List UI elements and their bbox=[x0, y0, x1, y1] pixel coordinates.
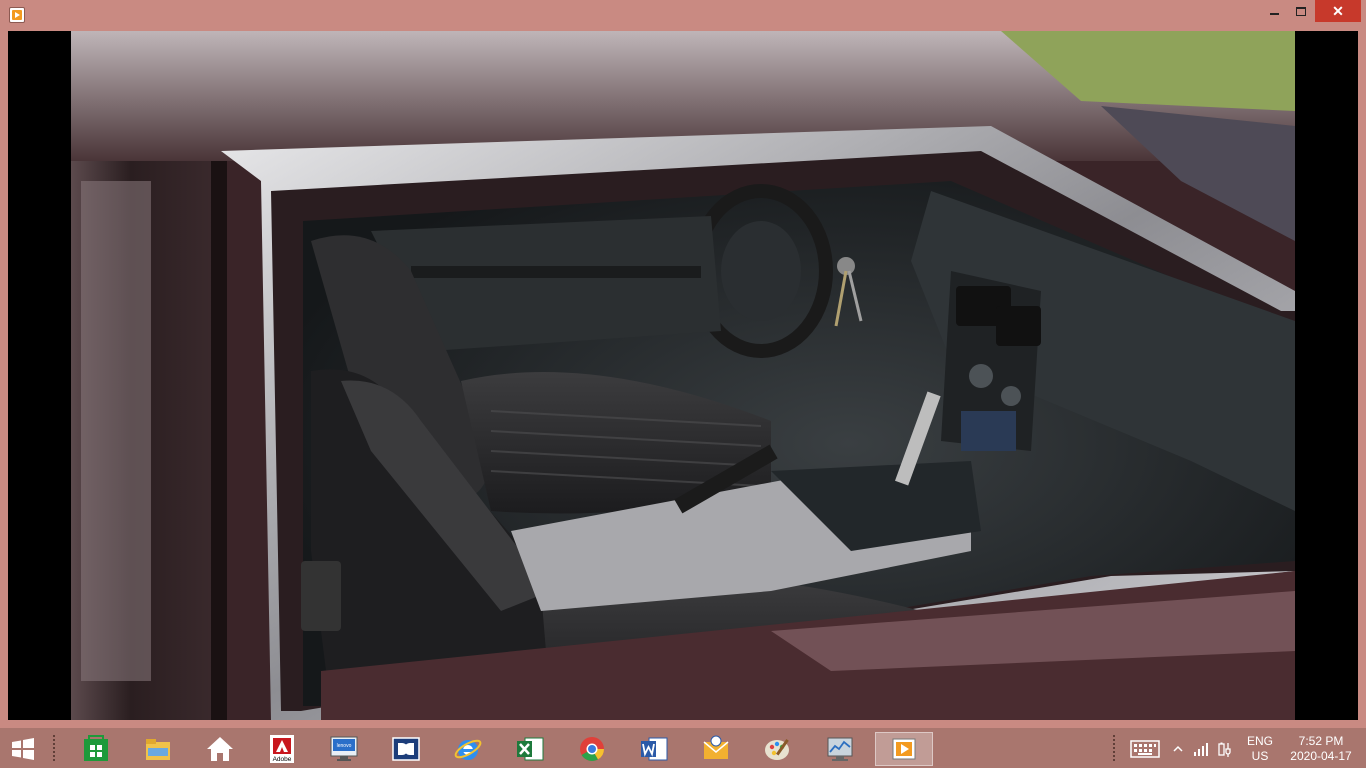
network-button[interactable] bbox=[1190, 732, 1212, 766]
dolby-icon bbox=[392, 737, 420, 761]
show-hidden-icons-button[interactable] bbox=[1169, 732, 1187, 766]
clock-date: 2020-04-17 bbox=[1290, 749, 1352, 763]
media-player-window: ✕ bbox=[0, 0, 1366, 728]
taskbar-item-adobe[interactable]: Adobe bbox=[259, 732, 305, 766]
start-button[interactable] bbox=[0, 732, 46, 766]
adobe-label: Adobe bbox=[273, 756, 292, 763]
input-language-button[interactable]: ENG US bbox=[1242, 734, 1278, 764]
power-button[interactable] bbox=[1214, 732, 1236, 766]
minimize-button[interactable] bbox=[1261, 0, 1287, 22]
touch-keyboard-button[interactable] bbox=[1125, 732, 1165, 766]
taskbar-item-file-explorer[interactable] bbox=[135, 732, 181, 766]
taskbar-item-media-player[interactable] bbox=[875, 732, 933, 766]
performance-monitor-icon bbox=[827, 737, 853, 761]
taskbar-item-dolby[interactable] bbox=[383, 732, 429, 766]
car-interior-photo[interactable] bbox=[71, 31, 1295, 720]
outlook-icon bbox=[703, 735, 729, 759]
taskbar-item-home[interactable] bbox=[197, 732, 243, 766]
keyboard-layout: US bbox=[1251, 749, 1269, 763]
store-icon bbox=[84, 735, 108, 761]
taskbar-item-lenovo[interactable]: lenovo bbox=[321, 732, 367, 766]
internet-explorer-icon bbox=[454, 739, 482, 760]
word-icon bbox=[641, 737, 668, 761]
chrome-icon bbox=[580, 737, 604, 762]
tray-grip[interactable] bbox=[1112, 734, 1116, 762]
file-explorer-icon bbox=[146, 739, 170, 760]
minimize-icon bbox=[1269, 13, 1279, 15]
title-bar[interactable]: ✕ bbox=[0, 0, 1366, 30]
close-button[interactable]: ✕ bbox=[1315, 0, 1361, 22]
taskbar-item-outlook[interactable] bbox=[693, 732, 739, 766]
paint-icon bbox=[765, 739, 789, 760]
close-icon: ✕ bbox=[1332, 2, 1344, 19]
maximize-icon bbox=[1296, 6, 1306, 16]
media-player-icon bbox=[892, 738, 916, 760]
media-player-icon[interactable] bbox=[9, 7, 25, 23]
windows-start-icon bbox=[12, 738, 34, 760]
home-icon bbox=[207, 737, 233, 761]
touch-keyboard-icon bbox=[1130, 740, 1160, 758]
language-code: ENG bbox=[1246, 734, 1273, 748]
clock-time: 7:52 PM bbox=[1298, 734, 1344, 748]
taskbar-item-internet-explorer[interactable] bbox=[445, 732, 491, 766]
taskbar-item-performance-monitor[interactable] bbox=[817, 732, 863, 766]
clock[interactable]: 7:52 PM 2020-04-17 bbox=[1282, 734, 1360, 764]
taskbar-item-chrome[interactable] bbox=[569, 732, 615, 766]
taskbar-item-excel[interactable] bbox=[507, 732, 553, 766]
maximize-button[interactable] bbox=[1288, 0, 1314, 22]
taskbar-item-store[interactable] bbox=[73, 732, 119, 766]
lenovo-label: lenovo bbox=[337, 743, 352, 749]
adobe-icon: Adobe bbox=[270, 735, 294, 763]
media-viewport[interactable] bbox=[8, 31, 1358, 720]
show-hidden-icons-icon bbox=[1173, 745, 1183, 752]
taskbar: Adobe lenovo ENG US 7:52 PM 2020-04-17 bbox=[0, 728, 1366, 768]
photo-drawing bbox=[71, 31, 1295, 720]
taskbar-item-paint[interactable] bbox=[755, 732, 801, 766]
lenovo-icon: lenovo bbox=[330, 736, 358, 761]
taskbar-grip[interactable] bbox=[52, 734, 56, 762]
excel-icon bbox=[517, 737, 544, 761]
taskbar-item-word[interactable] bbox=[631, 732, 677, 766]
network-signal-icon bbox=[1194, 743, 1208, 756]
power-icon bbox=[1218, 742, 1231, 757]
